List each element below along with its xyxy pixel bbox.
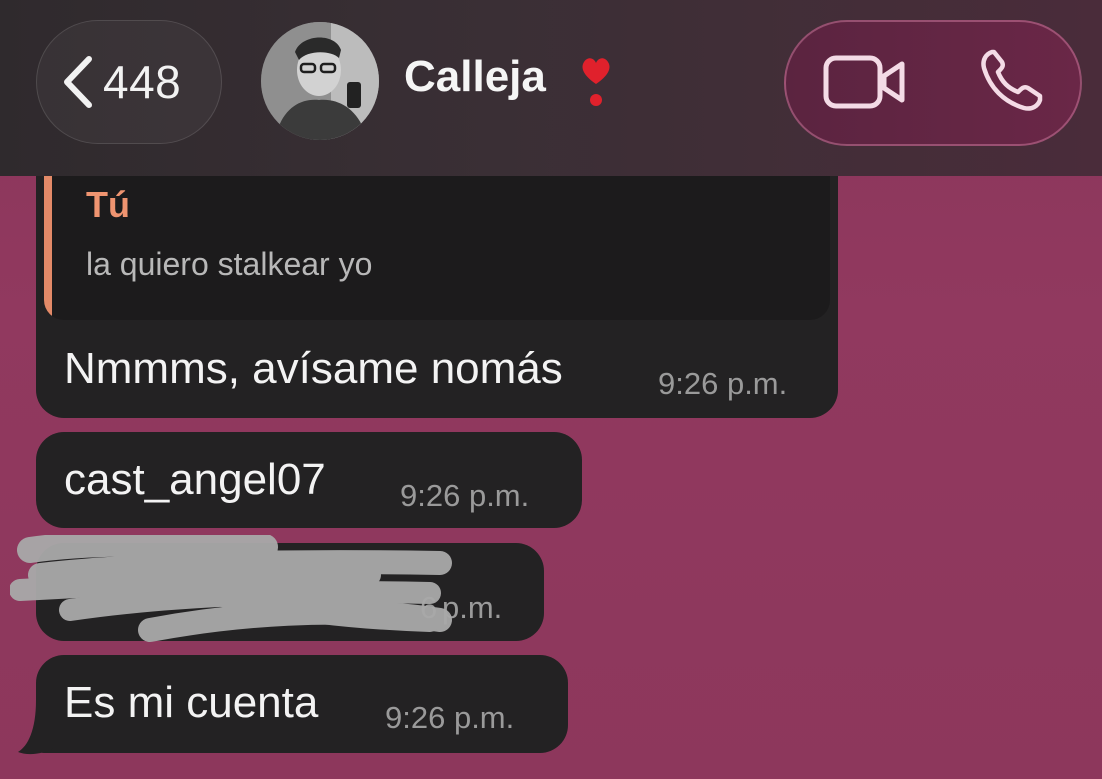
chat-header: 448 Calleja [0,0,1102,176]
message-time-4: 9:26 p.m. [385,700,515,735]
phone-call-icon[interactable] [978,46,1046,114]
reply-author: Tú [86,184,130,225]
message-time-2: 9:26 p.m. [400,478,530,513]
message-text-2: cast_angel07 [64,455,326,504]
message-time-1: 9:26 p.m. [658,366,788,401]
avatar-photo [261,22,379,140]
back-chevron-icon [64,56,92,108]
redaction-scribble [10,535,452,642]
contact-name[interactable]: Calleja [404,52,546,102]
heart-exclamation-icon [582,58,610,106]
back-button[interactable]: 448 [36,20,222,144]
message-text-4: Es mi cuenta [64,678,319,727]
bubble-tail [18,700,54,755]
avatar[interactable] [261,22,379,140]
video-call-icon[interactable] [822,52,906,112]
unread-count: 448 [103,56,182,108]
message-text-1: Nmmms, avísame nomás [64,344,563,393]
reply-text: la quiero stalkear yo [86,246,373,282]
